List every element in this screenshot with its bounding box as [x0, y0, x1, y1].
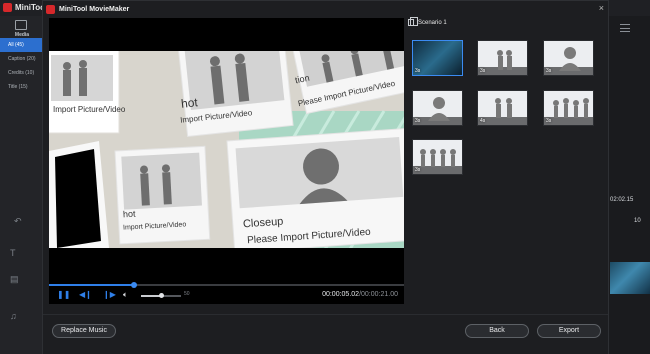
- sidebar-item-title[interactable]: Title (15): [0, 80, 44, 94]
- previous-frame-icon[interactable]: ◀❙: [79, 290, 92, 299]
- thumbnail-image: [559, 47, 581, 71]
- thumbnail-image: [428, 97, 450, 121]
- video-track-icon: ▤: [10, 274, 19, 284]
- thumbnail-image: [553, 98, 589, 118]
- export-button[interactable]: Export: [537, 324, 601, 338]
- volume-fill: [141, 295, 161, 297]
- thumbnail-duration: 3s: [415, 167, 421, 173]
- scenario-thumbnail[interactable]: 4s: [477, 90, 528, 126]
- thumbnail-image: [495, 98, 512, 118]
- music-track-icon: ♫: [10, 311, 17, 321]
- text-track-icon: T: [10, 248, 16, 258]
- logo-icon: [46, 4, 55, 14]
- thumbnail-duration: 3s: [546, 68, 552, 74]
- copy-icon: [408, 17, 418, 26]
- replace-music-button[interactable]: Replace Music: [52, 324, 116, 338]
- scenario-thumbnail[interactable]: 3s: [543, 40, 594, 76]
- volume-icon[interactable]: 🔈︎: [123, 290, 128, 300]
- zoom-value: 10: [634, 218, 641, 224]
- thumbnail-image: [420, 149, 456, 167]
- timeline-clip-thumbnail[interactable]: [610, 262, 650, 294]
- scenario-thumbnail[interactable]: 3s: [412, 40, 463, 76]
- volume-handle[interactable]: [159, 293, 164, 298]
- close-icon[interactable]: ×: [599, 3, 604, 13]
- timecode: 00:00:05.02/00:00:21.00: [322, 291, 398, 298]
- scenario-thumbnail[interactable]: 3s: [477, 40, 528, 76]
- volume-slider[interactable]: [141, 293, 181, 298]
- sidebar-item-credits[interactable]: Credits (10): [0, 66, 44, 80]
- thumbnail-duration: 3s: [480, 68, 486, 74]
- video-preview: hot Import Picture/Video Import Picture/…: [49, 18, 404, 304]
- total-time: /00:00:21.00: [359, 291, 398, 298]
- back-button[interactable]: Back: [465, 324, 529, 338]
- current-time: 00:00:05.02: [322, 291, 360, 298]
- undo-icon[interactable]: ↶: [14, 216, 22, 227]
- media-folder-icon[interactable]: [15, 20, 27, 30]
- scenario-thumbnail[interactable]: 3s: [543, 90, 594, 126]
- card-heading: hot: [180, 95, 199, 111]
- media-sidebar: All (45) Caption (20) Credits (10) Title…: [0, 38, 44, 94]
- sidebar-item-caption[interactable]: Caption (20): [0, 52, 44, 66]
- progress-fill: [49, 284, 135, 286]
- thumbnail-duration: 3s: [415, 118, 421, 124]
- pause-icon[interactable]: ❚❚: [57, 290, 70, 299]
- card-label: Import Picture/Video: [53, 105, 126, 114]
- dialog-footer: Replace Music Back Export: [43, 314, 608, 354]
- logo-icon: [3, 3, 12, 12]
- dialog-titlebar: MiniTool MovieMaker: [43, 1, 608, 17]
- thumbnail-image: [497, 50, 512, 70]
- scenario-header: Scenario 1: [408, 17, 447, 26]
- scenario-thumbnail[interactable]: 3s: [412, 90, 463, 126]
- scenario-label: Scenario 1: [418, 19, 447, 26]
- template-collage: [49, 51, 404, 248]
- app-logo: MiniTool: [3, 3, 47, 12]
- menu-icon[interactable]: [620, 24, 630, 32]
- moviemaker-template-dialog: MiniTool MovieMaker × hot Import Picture…: [42, 0, 609, 354]
- playback-progress-bar[interactable]: [49, 282, 404, 288]
- timeline-time: 02:02.15: [610, 197, 634, 203]
- volume-value: 50: [184, 291, 190, 297]
- preview-frame: hot Import Picture/Video Import Picture/…: [49, 51, 404, 248]
- scenario-thumbnails: 3s 3s 3s 3s 4s 3s 3s: [408, 33, 608, 303]
- scenario-thumbnail[interactable]: 3s: [412, 139, 463, 175]
- thumbnail-duration: 3s: [415, 68, 421, 74]
- playback-controls: ❚❚ ◀❙ ❙▶ 🔈︎ 50 00:00:05.02/00:00:21.00: [49, 287, 404, 304]
- next-frame-icon[interactable]: ❙▶: [103, 290, 116, 299]
- background-right-panel: [608, 16, 650, 354]
- sidebar-item-all[interactable]: All (45): [0, 38, 44, 52]
- card-heading: hot: [122, 208, 136, 220]
- thumbnail-duration: 4s: [480, 118, 486, 124]
- dialog-title: MiniTool MovieMaker: [59, 5, 130, 13]
- thumbnail-duration: 3s: [546, 118, 552, 124]
